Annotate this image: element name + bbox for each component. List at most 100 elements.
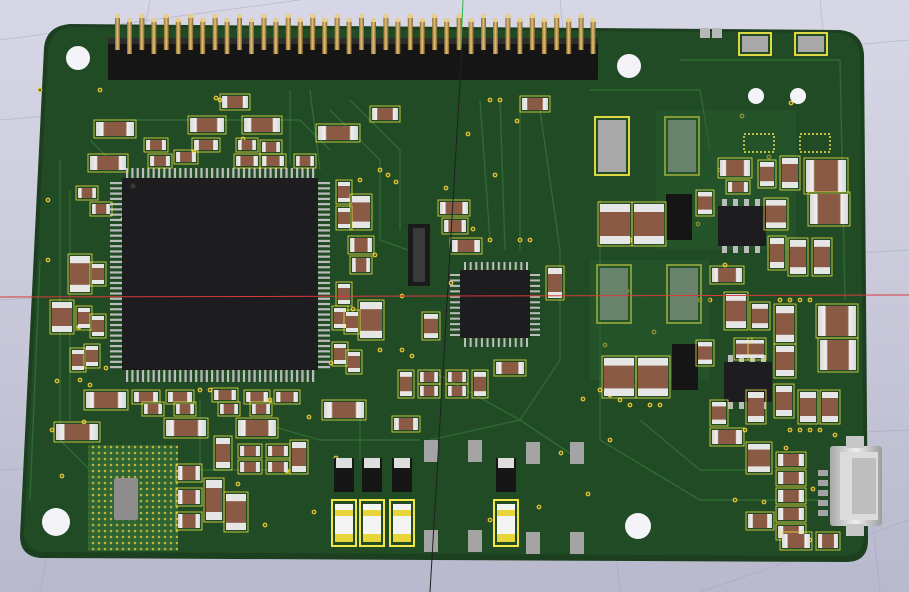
- header-pin-tip: [334, 14, 340, 18]
- via-drill: [411, 355, 413, 357]
- mcu-pin: [110, 260, 122, 264]
- passive-component: [214, 390, 236, 400]
- qfn-pin: [509, 262, 512, 270]
- mcu-pin: [318, 302, 330, 306]
- passive-terminal: [78, 324, 90, 328]
- mounting-hole-bottom-left: [42, 508, 70, 536]
- passive-terminal: [776, 410, 792, 416]
- qfn-pin: [492, 262, 495, 270]
- mcu-pin: [110, 192, 122, 195]
- passive-terminal: [400, 372, 412, 377]
- header-pin-tip: [310, 14, 316, 18]
- passive-terminal: [226, 494, 246, 502]
- via-drill: [790, 102, 792, 104]
- mcu-pin: [110, 229, 122, 232]
- header-pin-tip: [529, 14, 535, 18]
- led-terminal: [336, 458, 352, 468]
- passive-terminal: [86, 346, 98, 350]
- led-marker: [335, 534, 353, 542]
- via-drill: [199, 389, 201, 391]
- passive-terminal: [338, 300, 350, 304]
- header-pin-tip: [456, 14, 462, 18]
- passive-terminal: [70, 284, 90, 292]
- qfn-pin: [450, 334, 460, 336]
- mcu-pin: [318, 239, 330, 243]
- large-pad: [114, 478, 138, 520]
- mcu-pin: [318, 313, 330, 316]
- via-drill: [308, 416, 310, 418]
- passive-terminal: [698, 209, 712, 214]
- header-pin: [444, 20, 450, 54]
- mcu-pin: [205, 370, 208, 382]
- mcu-pin: [248, 168, 251, 178]
- main-mcu-lqfp[interactable]: [110, 168, 330, 382]
- usb-connector[interactable]: [830, 436, 882, 536]
- led-marker: [393, 510, 411, 516]
- mosfet-upper[interactable]: [666, 194, 692, 240]
- mcu-pin: [131, 168, 134, 178]
- passive-component: [146, 140, 166, 150]
- mcu-body: [122, 178, 318, 370]
- passive-component: [728, 182, 748, 192]
- qfn-pin: [526, 338, 528, 347]
- secondary-ic-qfn[interactable]: [450, 262, 540, 347]
- mcu-pin: [110, 360, 122, 363]
- led-terminal: [364, 458, 380, 468]
- header-pin-tip: [115, 14, 120, 18]
- via-drill: [489, 519, 491, 521]
- passive-component: [440, 202, 468, 214]
- passive-terminal: [86, 362, 98, 366]
- header-pin-tip: [554, 14, 560, 18]
- header-pin: [175, 20, 181, 54]
- via-drill: [734, 499, 736, 501]
- mcu-pin: [318, 224, 330, 227]
- mcu-pin: [184, 370, 187, 382]
- passive-terminal: [712, 402, 726, 407]
- jst-connector[interactable]: [408, 224, 430, 286]
- copper-pad: [712, 28, 722, 38]
- header-pin: [566, 20, 572, 54]
- header-pin-tip: [359, 14, 364, 18]
- regulator-soic-upper[interactable]: [718, 199, 766, 253]
- pcb-3d-scene[interactable]: [0, 0, 909, 592]
- mcu-pin: [318, 323, 330, 327]
- header-pin-tip: [505, 14, 511, 18]
- passive-terminal: [800, 392, 816, 398]
- mcu-pin: [318, 234, 330, 237]
- mcu-pin: [110, 234, 122, 237]
- header-pin: [322, 20, 328, 54]
- pin-header-2x20[interactable]: [108, 14, 598, 80]
- passive-component: [178, 490, 200, 504]
- mcu-pin: [306, 370, 309, 382]
- passive-component: [238, 420, 276, 436]
- via-drill: [51, 429, 53, 431]
- passive-terminal: [360, 330, 382, 338]
- mcu-pin: [237, 370, 240, 382]
- passive-terminal: [292, 466, 306, 472]
- led-terminal: [498, 458, 514, 468]
- header-pin: [261, 16, 267, 50]
- pcb-board[interactable]: [20, 14, 882, 562]
- soic-pin: [755, 246, 760, 253]
- passive-component: [712, 268, 742, 282]
- passive-terminal: [600, 204, 630, 212]
- via-drill: [499, 99, 501, 101]
- mosfet-lower[interactable]: [672, 344, 698, 390]
- via-drill: [812, 488, 814, 490]
- passive-component: [178, 466, 200, 480]
- via-drill: [529, 239, 531, 241]
- copper-pad: [818, 480, 828, 486]
- header-pin: [395, 20, 401, 54]
- passive-terminal: [338, 284, 350, 288]
- header-pin-tip: [407, 14, 413, 18]
- 3d-viewer-canvas[interactable]: [0, 0, 909, 592]
- passive-terminal: [782, 158, 798, 164]
- mcu-pin: [318, 245, 330, 248]
- qfn-pin: [530, 312, 540, 315]
- mounting-hole-top-left: [66, 46, 90, 70]
- via-drill: [47, 199, 49, 201]
- mcu-pin: [110, 355, 122, 358]
- passive-terminal: [206, 480, 222, 488]
- header-pin-tip: [212, 14, 218, 18]
- header-pin: [139, 16, 145, 50]
